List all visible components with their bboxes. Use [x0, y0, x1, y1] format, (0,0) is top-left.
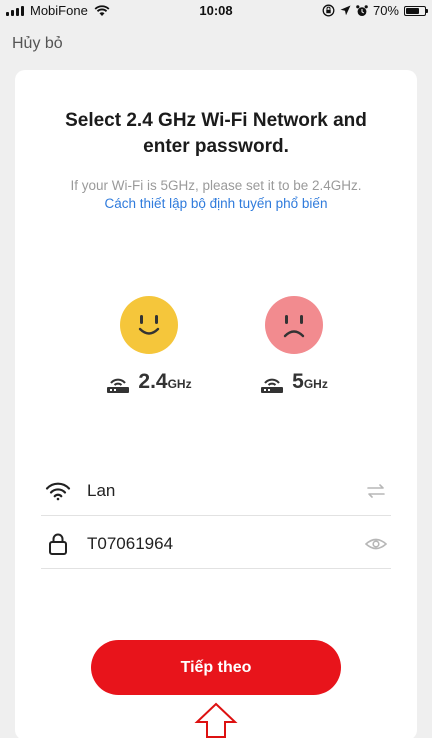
router-icon [261, 378, 284, 393]
battery-icon [404, 5, 428, 16]
ssid-value: Lan [87, 480, 116, 500]
lock-icon [41, 533, 75, 555]
router-setup-link[interactable]: Cách thiết lập bộ định tuyến phổ biến [15, 196, 417, 211]
wifi-setup-card: Select 2.4 GHz Wi-Fi Network and enter p… [15, 70, 417, 738]
band-24ghz: 2.4GHz [94, 296, 204, 394]
wifi-ssid-field[interactable]: Lan [41, 466, 391, 516]
alarm-icon [356, 4, 368, 16]
sad-face-icon [265, 296, 323, 354]
band-number: 2.4 [138, 370, 168, 393]
switch-network-icon[interactable] [361, 483, 391, 498]
status-bar: MobiFone 10:08 70% [0, 0, 432, 22]
show-password-icon[interactable] [361, 537, 391, 551]
wifi-password-field[interactable]: T07061964 [41, 519, 391, 569]
band-5ghz: 5GHz [239, 296, 349, 394]
rotation-lock-icon [322, 4, 335, 17]
band-unit: GHz [303, 377, 328, 391]
status-right: 70% [322, 3, 428, 18]
next-button[interactable]: Tiếp theo [91, 640, 341, 695]
band-unit: GHz [167, 377, 192, 391]
battery-percent: 70% [372, 3, 399, 18]
band-hint: If your Wi-Fi is 5GHz, please set it to … [70, 178, 362, 193]
page-title: Select 2.4 GHz Wi-Fi Network and enter p… [65, 110, 367, 157]
arrow-up-icon [194, 702, 238, 738]
wifi-icon [41, 481, 75, 501]
band-number: 5 [292, 370, 304, 393]
happy-face-icon [120, 296, 178, 354]
location-icon [340, 5, 351, 16]
router-icon [107, 378, 130, 393]
cancel-button[interactable]: Hủy bỏ [12, 35, 63, 53]
password-value: T07061964 [87, 533, 174, 553]
